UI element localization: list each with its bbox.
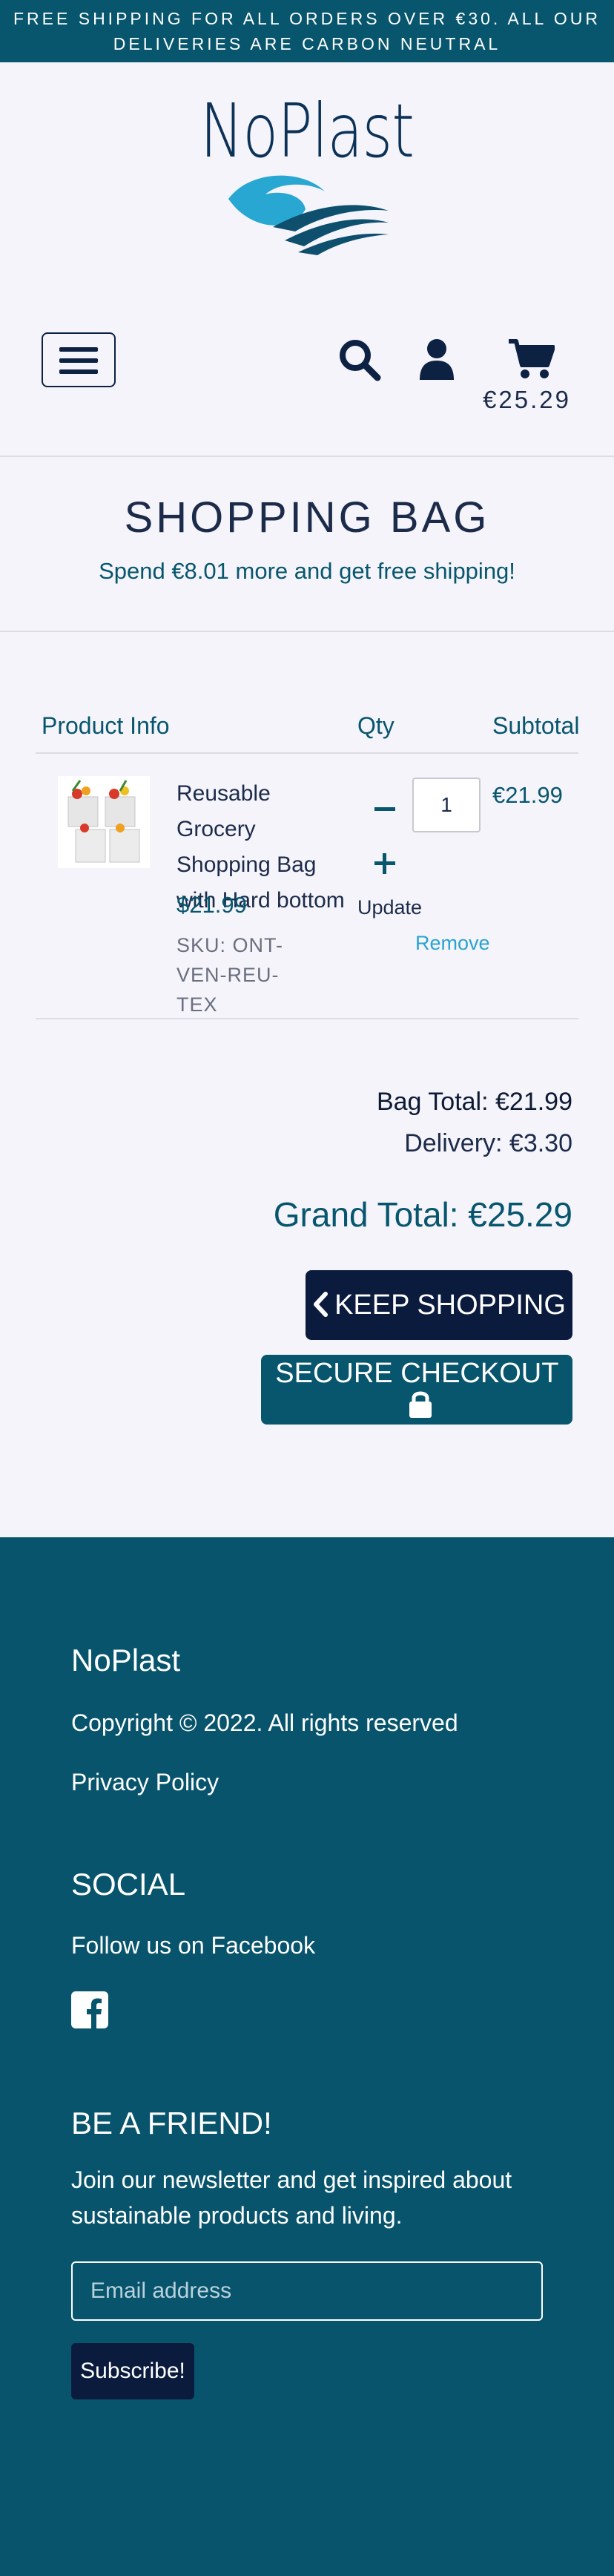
free-shipping-note: Spend €8.01 more and get free shipping! bbox=[99, 558, 515, 584]
product-price: $21.99 bbox=[176, 892, 247, 918]
announcement-text: FREE SHIPPING FOR ALL ORDERS OVER €30. A… bbox=[13, 9, 601, 53]
footer: NoPlast Copyright © 2022. All rights res… bbox=[0, 1537, 614, 2576]
chevron-left-icon bbox=[314, 1291, 329, 1317]
menu-icon bbox=[59, 347, 98, 352]
keep-shopping-button[interactable]: KEEP SHOPPING bbox=[306, 1270, 572, 1340]
column-header-subtotal: Subtotal bbox=[492, 712, 580, 739]
column-header-product: Product Info bbox=[42, 712, 170, 739]
social-text: Follow us on Facebook bbox=[71, 1932, 316, 1959]
column-header-qty: Qty bbox=[357, 712, 395, 739]
page-title: SHOPPING BAG bbox=[124, 493, 490, 542]
footer-brand: NoPlast bbox=[71, 1643, 181, 1678]
remove-link[interactable]: Remove bbox=[415, 932, 490, 955]
privacy-policy-link[interactable]: Privacy Policy bbox=[71, 1764, 219, 1800]
cart-icon[interactable] bbox=[507, 338, 555, 380]
lock-icon bbox=[409, 1391, 432, 1418]
announcement-bar: FREE SHIPPING FOR ALL ORDERS OVER €30. A… bbox=[0, 0, 614, 62]
menu-icon-bar bbox=[59, 369, 98, 374]
update-link[interactable]: Update bbox=[357, 896, 422, 919]
user-icon[interactable] bbox=[418, 338, 455, 380]
qty-increase-button[interactable] bbox=[374, 853, 395, 874]
divider bbox=[36, 752, 578, 754]
cart-total[interactable]: €25.29 bbox=[475, 386, 571, 414]
secure-checkout-button[interactable]: SECURE CHECKOUT bbox=[261, 1355, 572, 1425]
divider bbox=[0, 631, 614, 632]
menu-icon-bar bbox=[59, 358, 98, 363]
line-subtotal: €21.99 bbox=[492, 782, 563, 808]
copyright-text: Copyright © 2022. All rights reserved bbox=[71, 1709, 458, 1736]
search-icon[interactable] bbox=[338, 338, 381, 381]
bag-total: Bag Total: €21.99 bbox=[376, 1088, 572, 1116]
delivery-cost: Delivery: €3.30 bbox=[404, 1129, 572, 1157]
divider bbox=[0, 456, 614, 457]
product-sku: SKU: ONT-VEN-REU-TEX bbox=[176, 934, 284, 1016]
product-image[interactable] bbox=[58, 776, 150, 868]
menu-button[interactable] bbox=[42, 332, 116, 387]
logo-text[interactable]: NoPlast bbox=[67, 88, 547, 174]
keep-shopping-label: KEEP SHOPPING bbox=[334, 1289, 566, 1321]
logo-wave-icon[interactable] bbox=[221, 169, 392, 255]
facebook-icon[interactable] bbox=[71, 1991, 108, 2028]
divider bbox=[36, 1018, 578, 1019]
email-field[interactable] bbox=[71, 2261, 543, 2321]
newsletter-text: Join our newsletter and get inspired abo… bbox=[71, 2166, 512, 2229]
newsletter-heading: BE A FRIEND! bbox=[71, 2106, 272, 2140]
qty-decrease-button[interactable] bbox=[374, 807, 395, 811]
quantity-input[interactable] bbox=[412, 778, 481, 832]
subscribe-button[interactable]: Subscribe! bbox=[71, 2343, 194, 2399]
social-heading: SOCIAL bbox=[71, 1867, 186, 1902]
grand-total: Grand Total: €25.29 bbox=[273, 1195, 572, 1234]
secure-checkout-label: SECURE CHECKOUT bbox=[275, 1357, 558, 1389]
